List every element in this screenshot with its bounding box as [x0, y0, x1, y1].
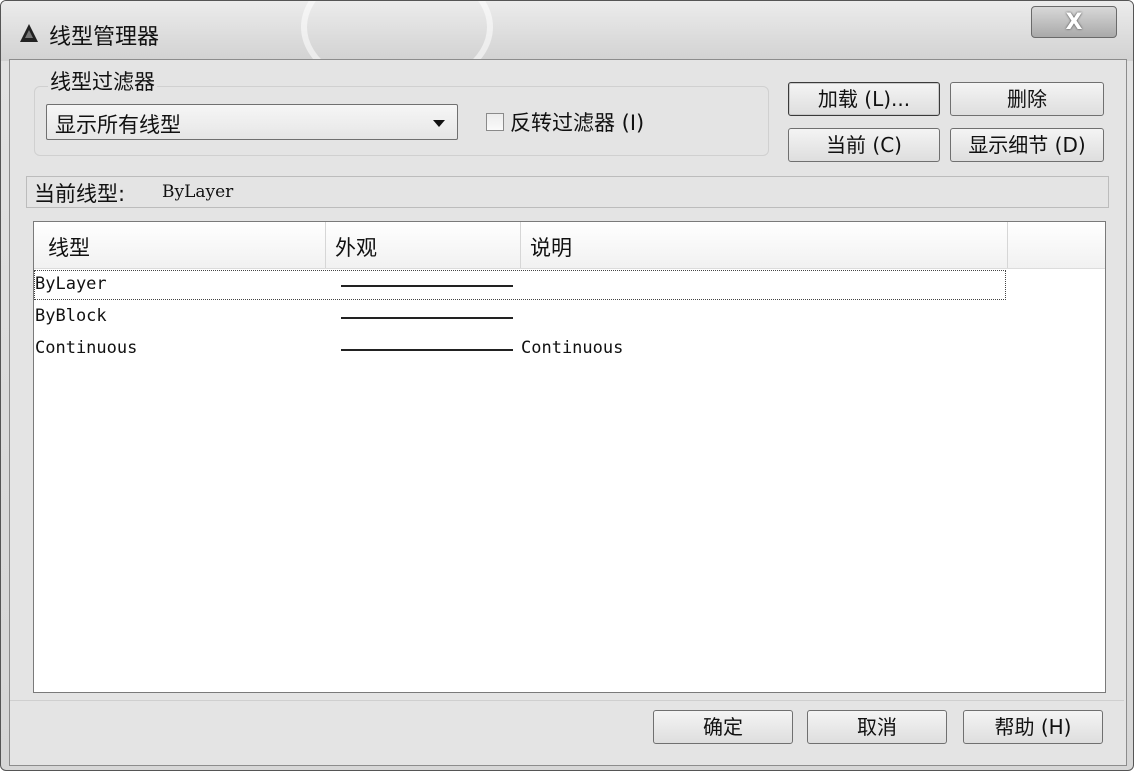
linetype-manager-dialog: 线型管理器 X 线型过滤器 显示所有线型 反转过滤器 (I) 加载 (L)...… — [0, 0, 1134, 771]
footer-divider — [10, 700, 1124, 701]
invert-filter-checkbox[interactable] — [486, 113, 504, 131]
current-linetype-label: 当前线型: — [34, 182, 126, 206]
help-button[interactable]: 帮助 (H) — [963, 710, 1103, 744]
filter-group-label: 线型过滤器 — [48, 66, 157, 96]
column-separator[interactable] — [520, 222, 521, 268]
window-title: 线型管理器 — [49, 25, 160, 50]
linetype-name: Continuous — [35, 338, 138, 358]
invert-filter-label[interactable]: 反转过滤器 (I) — [510, 107, 644, 137]
list-header: 线型 外观 说明 — [34, 222, 1105, 269]
dialog-body: 线型过滤器 显示所有线型 反转过滤器 (I) 加载 (L)... 删除 当前 (… — [9, 59, 1127, 766]
column-header-appearance[interactable]: 外观 — [335, 232, 377, 262]
close-button[interactable]: X — [1031, 6, 1117, 38]
close-icon: X — [1065, 9, 1083, 35]
load-button[interactable]: 加载 (L)... — [788, 82, 940, 116]
autocad-icon — [20, 24, 38, 42]
column-separator[interactable] — [1007, 222, 1008, 268]
column-header-description[interactable]: 说明 — [530, 232, 572, 262]
title-bar[interactable]: 线型管理器 X — [1, 1, 1133, 93]
table-row[interactable]: Continuous Continuous — [34, 334, 1105, 364]
filter-dropdown-value: 显示所有线型 — [55, 113, 181, 137]
linetype-list[interactable]: 线型 外观 说明 ByLayer ByBlock Continuous Cont… — [33, 221, 1106, 693]
linetype-name: ByBlock — [35, 306, 107, 326]
current-button[interactable]: 当前 (C) — [788, 128, 940, 162]
cancel-button[interactable]: 取消 — [807, 710, 947, 744]
linetype-appearance — [341, 317, 513, 319]
ok-button[interactable]: 确定 — [653, 710, 793, 744]
linetype-appearance — [341, 349, 513, 351]
show-details-button[interactable]: 显示细节 (D) — [950, 128, 1104, 162]
linetype-appearance — [341, 285, 513, 287]
linetype-name: ByLayer — [35, 274, 107, 294]
table-row[interactable]: ByBlock — [34, 302, 1105, 332]
column-separator[interactable] — [325, 222, 326, 268]
delete-button[interactable]: 删除 — [950, 82, 1104, 116]
table-row[interactable]: ByLayer — [34, 270, 1006, 300]
chevron-down-icon — [433, 120, 445, 127]
linetype-description: Continuous — [521, 338, 624, 358]
current-linetype-value: ByLayer — [162, 182, 234, 202]
column-header-linetype[interactable]: 线型 — [48, 232, 90, 262]
filter-dropdown[interactable]: 显示所有线型 — [46, 104, 458, 140]
